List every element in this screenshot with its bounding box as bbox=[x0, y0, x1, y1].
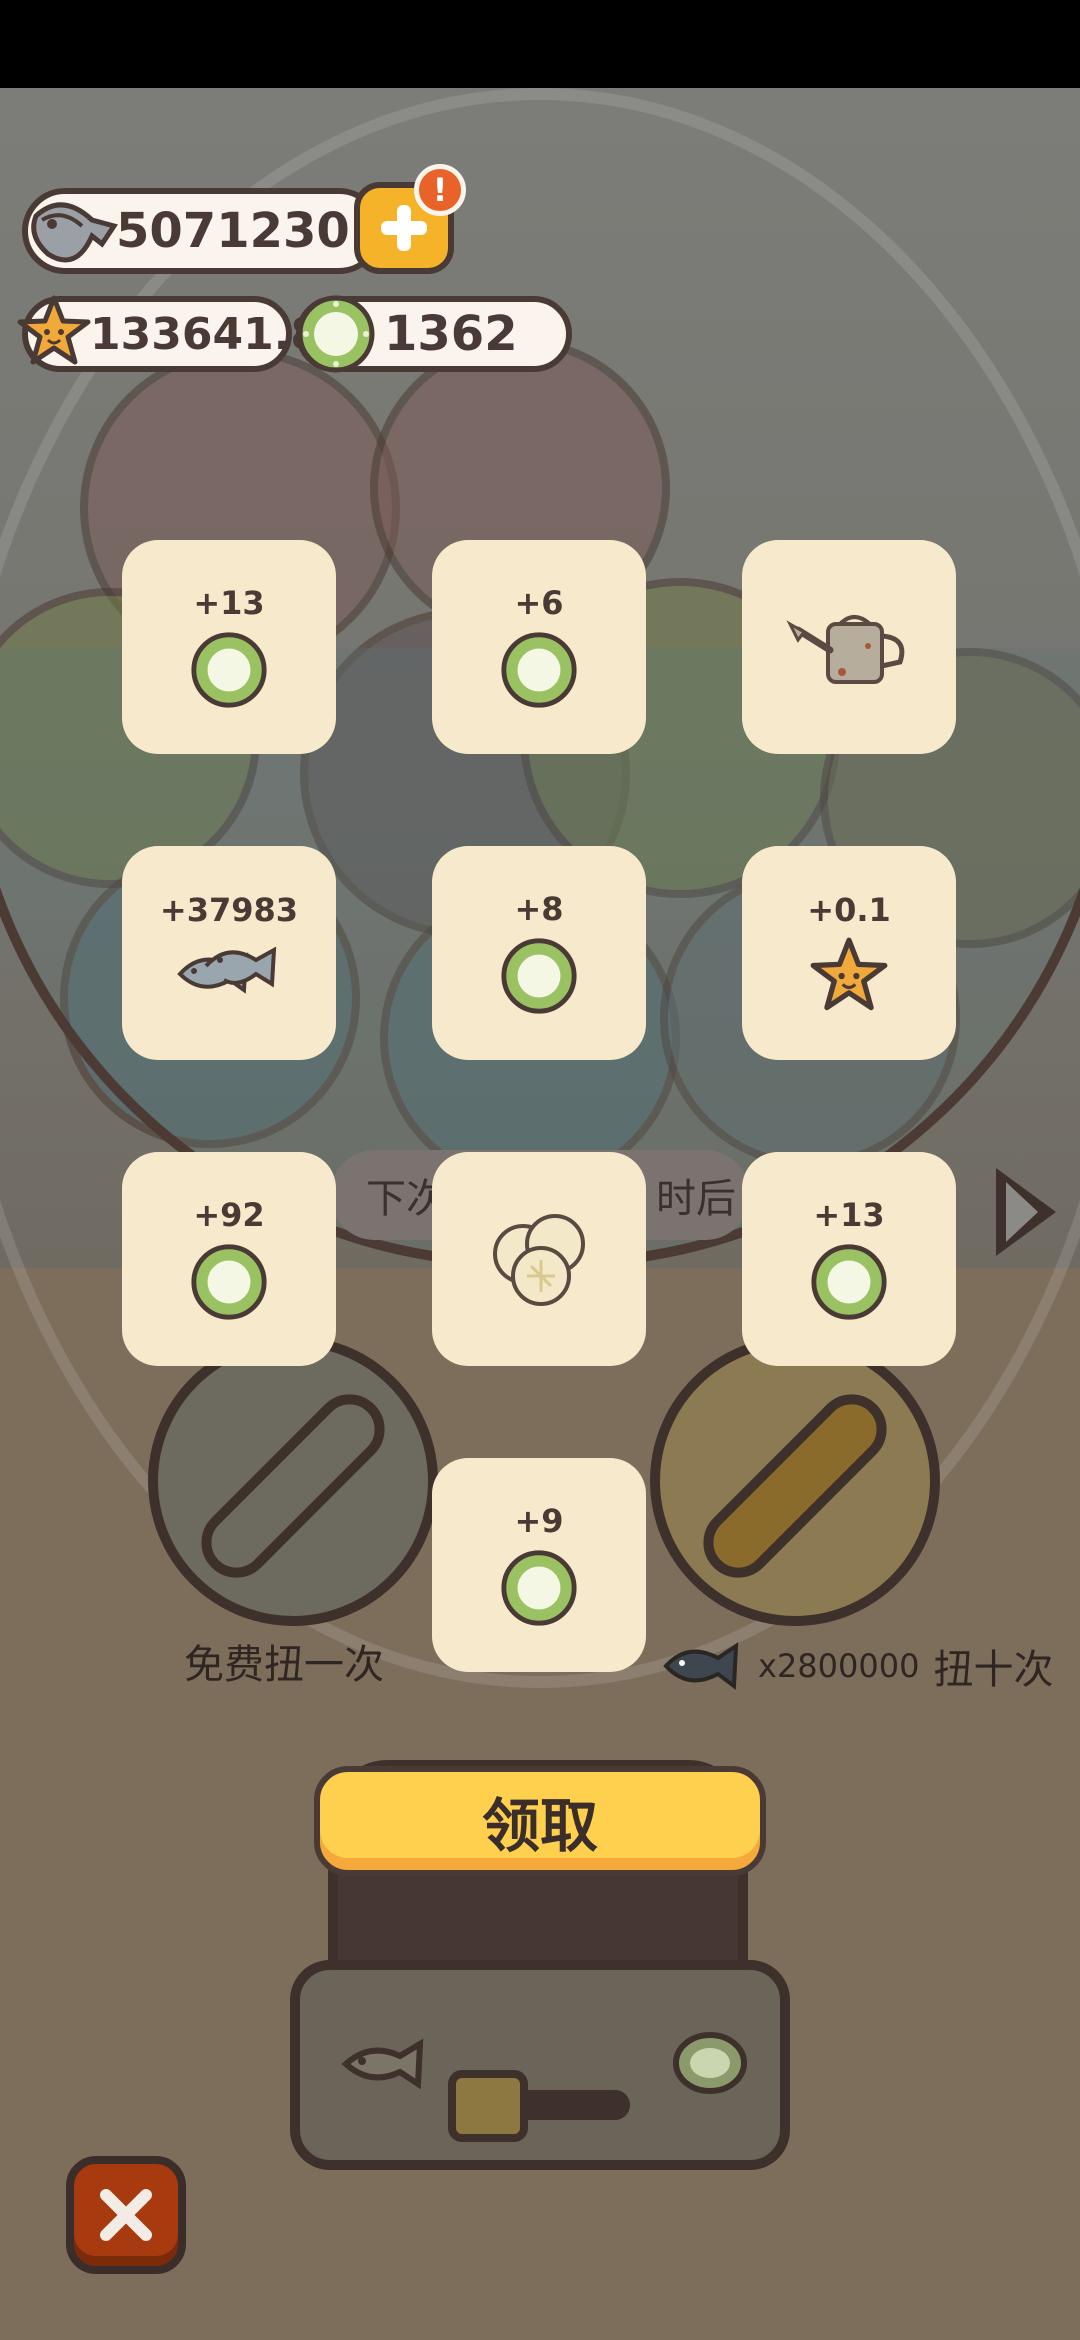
fish-currency-bar: 507123014 bbox=[22, 188, 417, 274]
coin-icon bbox=[811, 1244, 887, 1320]
free-spin-knob[interactable] bbox=[148, 1336, 438, 1626]
fish-icon bbox=[31, 202, 119, 263]
close-button[interactable] bbox=[66, 2156, 186, 2274]
status-bar bbox=[0, 0, 1080, 88]
reward-tile: +0.1 bbox=[742, 846, 956, 1060]
reward-tile: +13 bbox=[742, 1152, 956, 1366]
machine-base bbox=[290, 1960, 790, 2170]
star-amount: 133641.8 bbox=[90, 308, 322, 360]
reward-amount: +0.1 bbox=[807, 891, 891, 929]
coin-currency-bar: 1362 bbox=[296, 295, 572, 373]
fish-icon bbox=[341, 2038, 424, 2090]
reward-amount: +8 bbox=[514, 890, 564, 928]
star-currency-bar: 133641.8 bbox=[17, 295, 321, 372]
close-icon bbox=[100, 2189, 152, 2241]
fish-icon bbox=[177, 946, 277, 994]
star-icon bbox=[17, 295, 91, 365]
reward-tile: +92 bbox=[122, 1152, 336, 1366]
reward-tile: +9 bbox=[432, 1458, 646, 1672]
coin-icon bbox=[297, 295, 375, 373]
machine-slider-thumb bbox=[448, 2070, 528, 2142]
coin-icon bbox=[191, 1244, 267, 1320]
reward-tile: +13 bbox=[122, 540, 336, 754]
ten-spin-caption: x2800000 扭十次 bbox=[660, 1636, 1053, 1696]
coin-icon bbox=[501, 938, 577, 1014]
reward-amount: +13 bbox=[813, 1196, 885, 1234]
fish-icon bbox=[663, 1642, 739, 1690]
reward-tile: +6 bbox=[432, 540, 646, 754]
coin-icon bbox=[673, 2032, 747, 2094]
knob-handle bbox=[186, 1379, 400, 1593]
coin-icon bbox=[191, 632, 267, 708]
ten-spin-label: 扭十次 bbox=[933, 1647, 1054, 1693]
reward-amount: +37983 bbox=[159, 891, 299, 929]
coin-icon bbox=[501, 632, 577, 708]
coin-icon bbox=[501, 1550, 577, 1626]
reward-tile: +37983 bbox=[122, 846, 336, 1060]
reward-tile: +8 bbox=[432, 846, 646, 1060]
coin-amount: 1362 bbox=[384, 306, 518, 362]
reward-amount: +6 bbox=[514, 584, 564, 622]
knob-handle bbox=[688, 1379, 902, 1593]
alert-badge: ! bbox=[414, 164, 466, 216]
free-spin-label: 免费扭一次 bbox=[184, 1642, 384, 1688]
reward-tile bbox=[742, 540, 956, 754]
melon-slices-icon bbox=[493, 1214, 585, 1306]
reward-amount: +92 bbox=[193, 1196, 265, 1234]
reward-tile bbox=[432, 1152, 646, 1366]
ten-spin-cost: x2800000 bbox=[758, 1647, 920, 1685]
countdown-suffix: 时后 bbox=[656, 1176, 736, 1222]
claim-button[interactable]: 领取 bbox=[314, 1766, 766, 1876]
reward-amount: +9 bbox=[514, 1502, 564, 1540]
reward-amount: +13 bbox=[193, 584, 265, 622]
star-icon bbox=[810, 937, 888, 1011]
watering-can-icon bbox=[786, 615, 905, 684]
ten-spin-knob[interactable] bbox=[650, 1336, 940, 1626]
